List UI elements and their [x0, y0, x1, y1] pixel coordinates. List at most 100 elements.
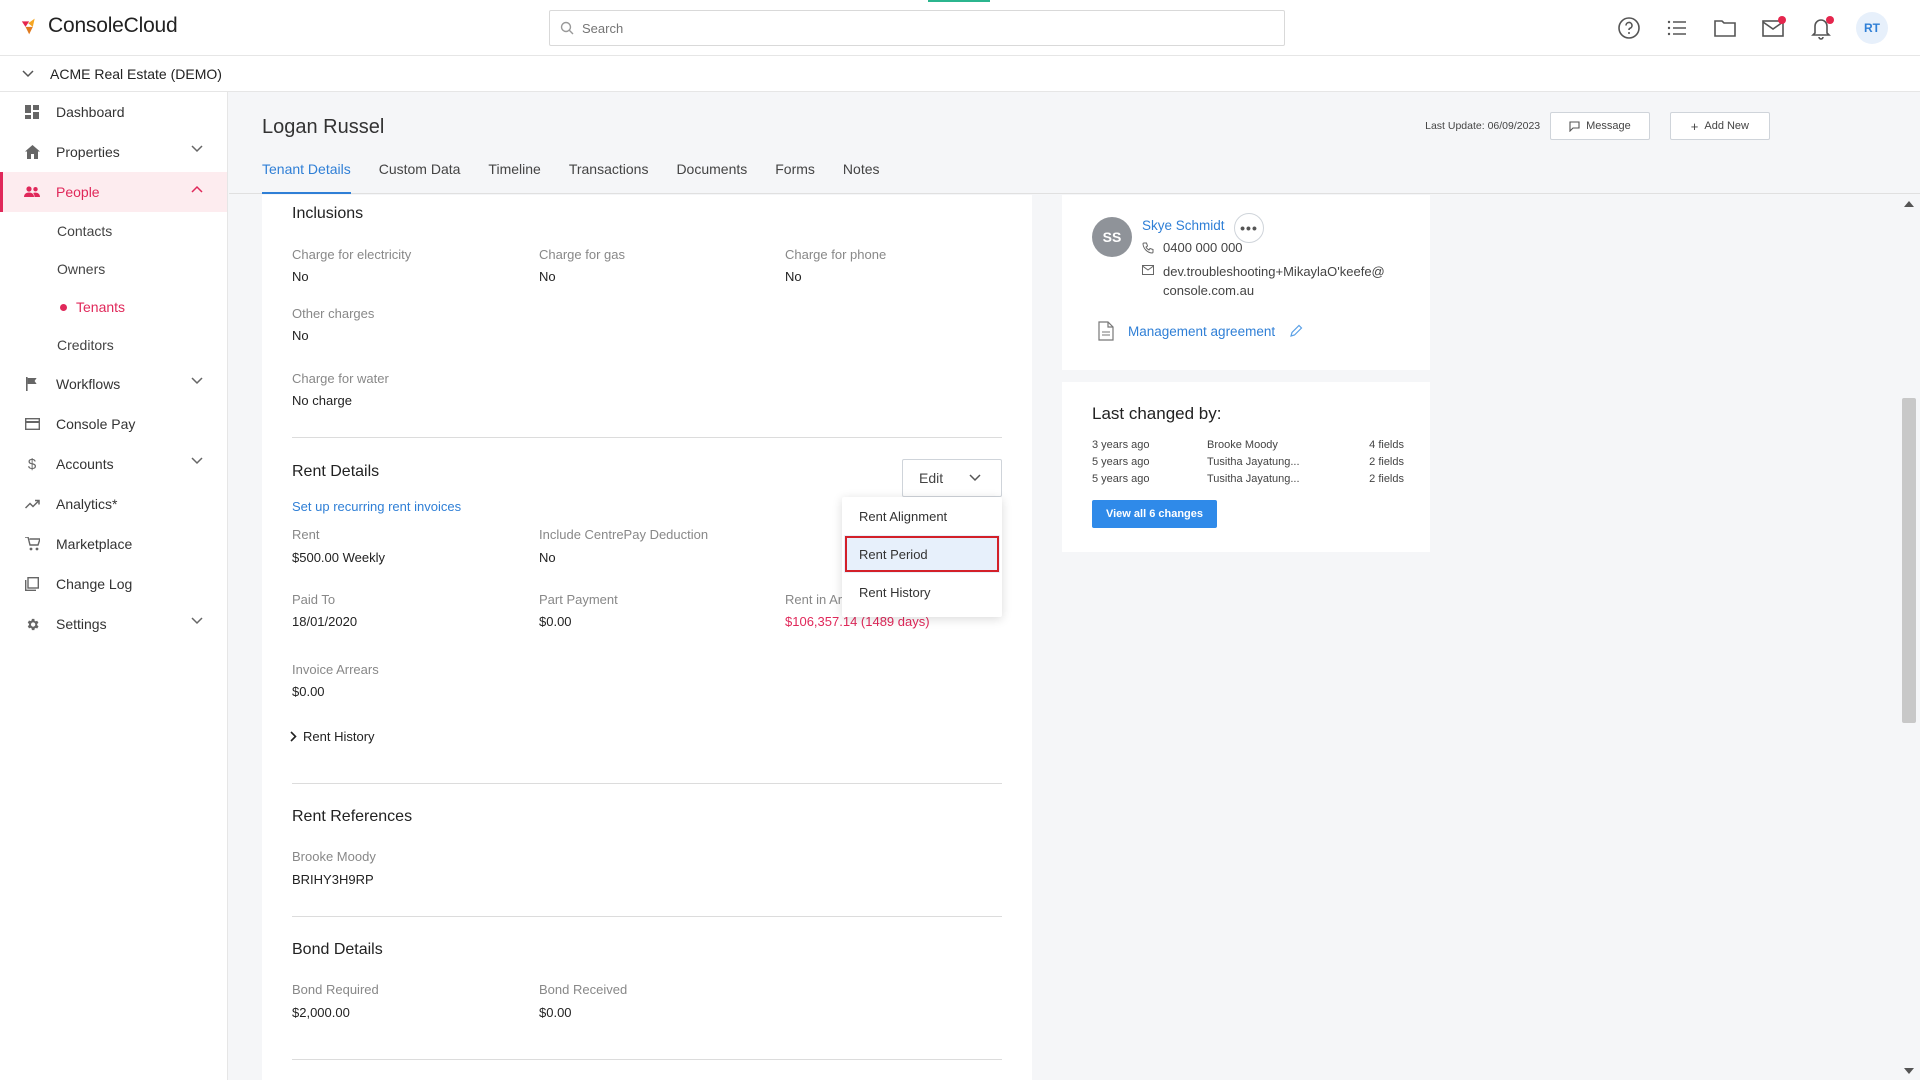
edit-dropdown-button[interactable]: Edit	[902, 459, 1002, 497]
sidebar-item-label: Workflows	[56, 376, 121, 392]
rent-history-toggle[interactable]: Rent History	[290, 729, 375, 744]
mail-icon[interactable]	[1760, 15, 1786, 41]
tab-custom-data[interactable]: Custom Data	[379, 154, 461, 194]
top-icons: RT	[1616, 12, 1920, 44]
logo-mark-icon	[21, 18, 35, 35]
field-value: $2,000.00	[292, 1005, 350, 1020]
field-label: Rent	[292, 527, 320, 542]
view-all-changes-button[interactable]: View all 6 changes	[1092, 500, 1217, 528]
field-label: Charge for gas	[539, 247, 625, 262]
sidebar-item-settings[interactable]: Settings	[0, 604, 227, 644]
page-scrollbar[interactable]	[1900, 195, 1920, 1080]
menu-item-rent-period[interactable]: Rent Period	[844, 535, 1000, 573]
sidebar-item-label: Analytics*	[56, 496, 118, 512]
message-icon	[1569, 120, 1580, 132]
bell-icon[interactable]	[1808, 15, 1834, 41]
search-input[interactable]	[582, 20, 1262, 36]
sidebar-item-analytics[interactable]: Analytics*	[0, 484, 227, 524]
log-icon	[24, 576, 40, 592]
field-value: $0.00	[292, 684, 325, 699]
sidebar-subitem-tenants[interactable]: Tenants	[0, 288, 227, 326]
plus-icon: +	[1690, 118, 1699, 134]
pencil-icon[interactable]	[1289, 324, 1303, 338]
sidebar-item-label: Dashboard	[56, 104, 125, 120]
chevron-down-icon	[22, 69, 34, 77]
tab-tenant-details[interactable]: Tenant Details	[262, 154, 351, 194]
field-value: No charge	[292, 393, 352, 408]
add-new-button[interactable]: + Add New	[1669, 112, 1770, 140]
scroll-up-arrow-icon[interactable]	[1904, 201, 1914, 207]
inclusions-title: Inclusions	[292, 205, 364, 222]
dollar-icon: $	[27, 455, 37, 473]
tab-timeline[interactable]: Timeline	[488, 154, 540, 194]
more-options-button[interactable]: •••	[1234, 213, 1264, 243]
sidebar-subitem-contacts[interactable]: Contacts	[0, 212, 227, 250]
card-icon	[24, 416, 40, 432]
sidebar-subitem-label: Tenants	[76, 299, 126, 315]
message-button[interactable]: Message	[1550, 112, 1650, 140]
sidebar-item-properties[interactable]: Properties	[0, 132, 227, 172]
menu-item-rent-alignment[interactable]: Rent Alignment	[842, 497, 1002, 535]
sidebar-item-console-pay[interactable]: Console Pay	[0, 404, 227, 444]
sidebar-item-change-log[interactable]: Change Log	[0, 564, 227, 604]
sidebar-item-label: Accounts	[56, 456, 114, 472]
tab-documents[interactable]: Documents	[676, 154, 747, 194]
flag-icon	[24, 376, 40, 392]
sidebar-item-label: Change Log	[56, 576, 133, 592]
sidebar-item-label: Settings	[56, 616, 107, 632]
header-actions: Last Update: 06/09/2023 Message + Add Ne…	[1425, 112, 1770, 140]
app-logo[interactable]: ConsoleCloud	[20, 14, 178, 38]
field-value: No	[292, 269, 309, 284]
search-box[interactable]	[549, 10, 1285, 46]
gear-icon	[24, 616, 40, 632]
field-value: No	[292, 328, 309, 343]
org-selector[interactable]: ACME Real Estate (DEMO)	[0, 56, 1920, 92]
sidebar-item-people[interactable]: People	[0, 172, 227, 212]
field-value: No	[539, 269, 556, 284]
field-value: $0.00	[539, 614, 572, 629]
folder-icon[interactable]	[1712, 15, 1738, 41]
list-icon[interactable]	[1664, 15, 1690, 41]
field-label: Charge for water	[292, 371, 389, 386]
owner-email: dev.troubleshooting+MikaylaO'keefe@ cons…	[1142, 262, 1385, 300]
scroll-down-arrow-icon[interactable]	[1904, 1068, 1914, 1074]
section-divider	[292, 1059, 1002, 1060]
sidebar-subitem-creditors[interactable]: Creditors	[0, 326, 227, 364]
tab-forms[interactable]: Forms	[775, 154, 815, 194]
change-who: Brooke Moody	[1207, 439, 1278, 451]
sidebar-item-dashboard[interactable]: Dashboard	[0, 92, 227, 132]
sidebar-item-workflows[interactable]: Workflows	[0, 364, 227, 404]
phone-icon	[1142, 242, 1154, 254]
owner-email-line2: console.com.au	[1163, 283, 1255, 298]
user-avatar[interactable]: RT	[1856, 12, 1888, 44]
chevron-up-icon	[191, 185, 203, 193]
sidebar-item-label: Marketplace	[56, 536, 133, 552]
scroll-thumb[interactable]	[1902, 398, 1916, 723]
sidebar-item-marketplace[interactable]: Marketplace	[0, 524, 227, 564]
active-bullet-icon	[60, 304, 67, 311]
tab-transactions[interactable]: Transactions	[569, 154, 649, 194]
section-divider	[292, 916, 1002, 917]
owner-name-link[interactable]: Skye Schmidt	[1142, 218, 1225, 233]
help-icon[interactable]	[1616, 15, 1642, 41]
tab-notes[interactable]: Notes	[843, 154, 880, 194]
mail-notification-dot	[1778, 16, 1786, 24]
last-update-text: Last Update: 06/09/2023	[1425, 120, 1541, 132]
change-who: Tusitha Jayatung...	[1207, 456, 1300, 468]
field-value: BRIHY3H9RP	[292, 872, 374, 887]
field-label: Include CentrePay Deduction	[539, 527, 709, 542]
management-agreement-link[interactable]: Management agreement	[1128, 324, 1275, 339]
tab-bar: Tenant Details Custom Data Timeline Tran…	[262, 154, 880, 194]
edit-dropdown-menu: Rent Alignment Rent Period Rent History	[842, 497, 1002, 617]
sidebar-item-label: People	[56, 184, 100, 200]
change-when: 5 years ago	[1092, 473, 1150, 485]
menu-item-rent-history[interactable]: Rent History	[842, 573, 1002, 611]
mail-icon	[1142, 265, 1154, 275]
cart-icon	[24, 536, 40, 552]
owner-phone-text: 0400 000 000	[1163, 240, 1243, 255]
sidebar-subitem-owners[interactable]: Owners	[0, 250, 227, 288]
owner-phone: 0400 000 000	[1142, 240, 1243, 255]
sidebar-item-accounts[interactable]: $ Accounts	[0, 444, 227, 484]
field-label: Paid To	[292, 592, 336, 607]
setup-recurring-invoices-link[interactable]: Set up recurring rent invoices	[292, 499, 461, 514]
